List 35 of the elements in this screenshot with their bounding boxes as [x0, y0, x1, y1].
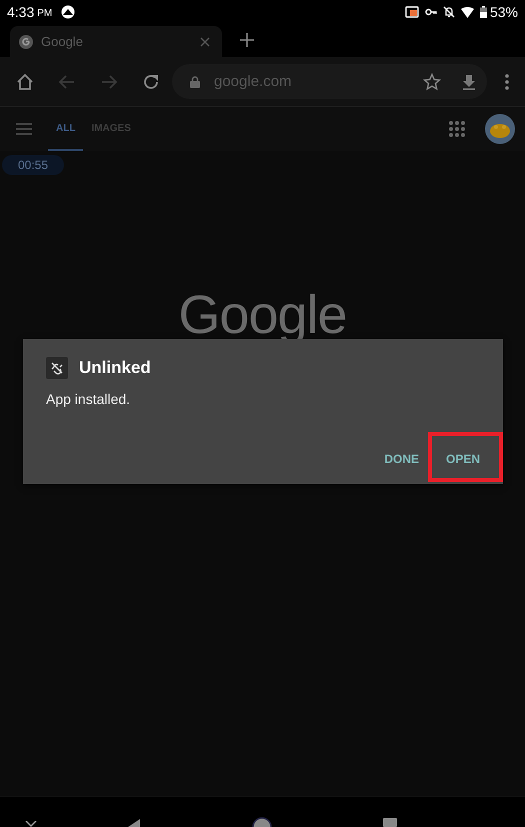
key-icon: [424, 7, 437, 17]
cast-icon: [404, 6, 419, 18]
dialog-message: App installed.: [46, 391, 132, 407]
apps-grid-icon[interactable]: [449, 121, 465, 137]
chevron-down-icon[interactable]: [25, 821, 37, 827]
status-meridiem: PM: [37, 8, 52, 18]
address-bar[interactable]: google.com: [172, 64, 487, 99]
lock-icon: [190, 76, 200, 88]
timer-pill: 00:55: [2, 155, 64, 175]
back-triangle-icon[interactable]: [128, 819, 140, 827]
google-logo: Google: [178, 287, 347, 343]
search-tab[interactable]: ALL: [48, 107, 84, 151]
reload-icon[interactable]: [142, 72, 160, 90]
home-icon[interactable]: [16, 72, 34, 90]
avatar-icon[interactable]: [485, 114, 515, 144]
menu-icon[interactable]: [16, 123, 32, 135]
unlinked-app-icon: [46, 357, 68, 379]
download-icon[interactable]: [461, 74, 477, 90]
battery-icon: [480, 6, 487, 18]
notification-icon: [61, 5, 76, 19]
tab-title: Google: [41, 34, 84, 49]
new-tab-icon[interactable]: [240, 33, 254, 47]
wifi-icon: [460, 6, 474, 18]
dialog-title: Unlinked: [79, 358, 151, 378]
url-text: google.com: [214, 73, 293, 90]
star-icon[interactable]: [423, 72, 441, 90]
dialog-button[interactable]: DONE: [373, 439, 430, 479]
battery-level: 53%: [490, 4, 518, 20]
more-options-icon[interactable]: [505, 74, 509, 90]
dialog-button[interactable]: OPEN: [430, 439, 502, 479]
site-favicon: [19, 34, 33, 48]
status-time: 4:33: [7, 4, 34, 20]
browser-tab[interactable]: Google: [10, 26, 222, 57]
close-icon[interactable]: [200, 36, 210, 46]
muted-bell-icon: [442, 6, 455, 18]
